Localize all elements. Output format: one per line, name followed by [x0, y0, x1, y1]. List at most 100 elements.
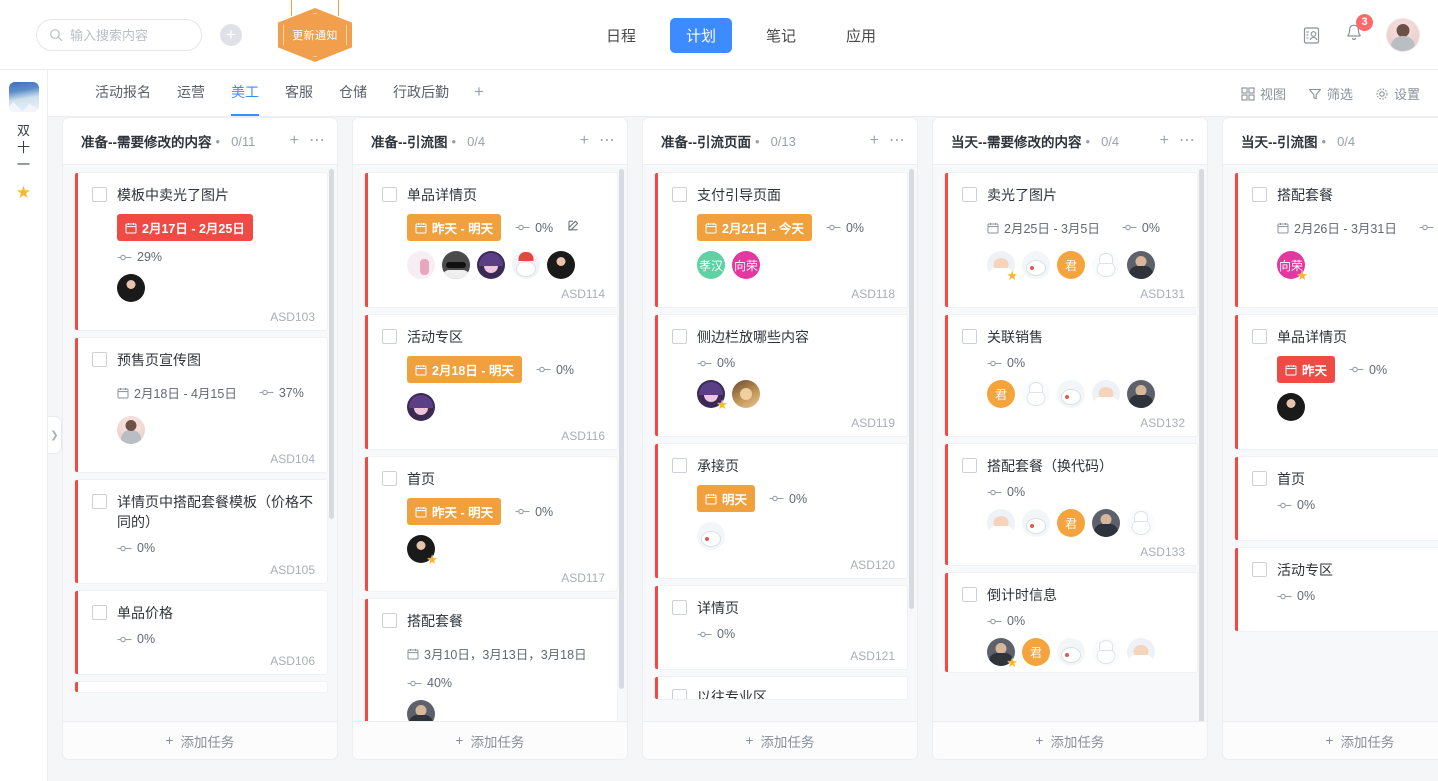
tab-design[interactable]: 美工: [218, 82, 272, 116]
assignee-avatar[interactable]: [547, 251, 575, 279]
task-date-chip[interactable]: 2月21日 - 今天: [697, 214, 812, 241]
task-checkbox[interactable]: [1252, 329, 1267, 344]
assignee-avatar[interactable]: ★: [987, 638, 1018, 669]
add-task-button[interactable]: + 添加任务: [1223, 721, 1438, 759]
assignee-avatar[interactable]: [987, 509, 1015, 537]
sidebar-collapse-handle[interactable]: ❯: [48, 416, 62, 454]
task-date-chip[interactable]: 2月26日 - 3月31日: [1277, 214, 1405, 241]
edit-icon[interactable]: [567, 218, 581, 237]
assignee-avatar[interactable]: [442, 251, 470, 279]
task-card[interactable]: 预售页宣传图 2月18日 - 4月15日 37% ASD104: [75, 338, 327, 472]
column-scrollbar[interactable]: [1199, 169, 1204, 721]
assignee-avatar[interactable]: [407, 700, 435, 721]
nav-item-notes[interactable]: 笔记: [750, 18, 812, 53]
assignee-avatar[interactable]: [117, 416, 145, 444]
update-notice-banner[interactable]: 更新通知: [278, 0, 352, 62]
settings-button[interactable]: 设置: [1375, 84, 1420, 103]
task-checkbox[interactable]: [382, 187, 397, 202]
task-checkbox[interactable]: [962, 329, 977, 344]
assignee-avatar[interactable]: [1092, 251, 1120, 279]
avatar[interactable]: [1386, 18, 1420, 52]
task-date-chip[interactable]: 2月18日 - 明天: [407, 356, 522, 383]
task-progress[interactable]: [1419, 223, 1434, 232]
assignee-avatar[interactable]: [512, 251, 540, 279]
nav-item-plan[interactable]: 计划: [670, 17, 733, 53]
column-more-button[interactable]: ⋯: [1179, 133, 1195, 149]
column-add-card-button[interactable]: +: [870, 133, 879, 149]
column-scrollbar[interactable]: [909, 169, 914, 609]
task-checkbox[interactable]: [382, 613, 397, 628]
tab-warehouse[interactable]: 仓储: [326, 82, 380, 116]
assignee-avatar[interactable]: ★: [407, 535, 438, 566]
task-checkbox[interactable]: [962, 587, 977, 602]
assignee-avatar[interactable]: [1022, 251, 1050, 279]
assignee-avatar[interactable]: [697, 522, 725, 550]
task-progress[interactable]: 0%: [536, 363, 574, 377]
assignee-avatar[interactable]: [732, 380, 760, 408]
column-body[interactable]: 模板中卖光了图片 2月17日 - 2月25日 29% ASD103 预售页宣传图…: [63, 165, 337, 721]
assignee-avatar[interactable]: [1092, 638, 1120, 666]
assignee-avatar[interactable]: [1057, 638, 1085, 666]
assignee-avatar[interactable]: [407, 251, 435, 279]
task-progress[interactable]: 0%: [987, 356, 1025, 370]
assignee-avatar[interactable]: 君: [1057, 509, 1085, 537]
contact-card-icon[interactable]: [1301, 25, 1322, 46]
task-checkbox[interactable]: [382, 471, 397, 486]
assignee-avatar[interactable]: [1127, 638, 1155, 666]
task-progress[interactable]: 37%: [259, 386, 304, 400]
assignee-avatar[interactable]: 君: [1022, 638, 1050, 666]
star-icon[interactable]: ★: [16, 183, 31, 203]
task-progress[interactable]: 0%: [1122, 221, 1160, 235]
assignee-avatar[interactable]: [1127, 380, 1155, 408]
task-checkbox[interactable]: [92, 187, 107, 202]
assignee-avatar[interactable]: 孝汉: [697, 251, 725, 279]
assignee-avatar[interactable]: [1022, 380, 1050, 408]
column-more-button[interactable]: ⋯: [309, 133, 325, 149]
assignee-avatar[interactable]: ★: [987, 251, 1018, 282]
task-checkbox[interactable]: [672, 458, 687, 473]
add-task-button[interactable]: + 添加任务: [933, 721, 1207, 759]
project-thumbnail[interactable]: [8, 82, 39, 112]
task-date-chip[interactable]: 2月18日 - 4月15日: [117, 379, 245, 406]
assignee-avatar[interactable]: 君: [987, 380, 1015, 408]
task-progress[interactable]: 0%: [515, 221, 553, 235]
task-date-chip[interactable]: 3月10日，3月13日，3月18日: [407, 640, 595, 667]
column-body[interactable]: 卖光了图片 2月25日 - 3月5日 0% ★ 君 ASD131 关联销售 0%…: [933, 165, 1207, 721]
column-add-card-button[interactable]: +: [580, 133, 589, 149]
assignee-avatar[interactable]: [1057, 380, 1085, 408]
column-body[interactable]: 搭配套餐 2月26日 - 3月31日 向荣 ★ 单品详情页 昨天 0% 首页 0…: [1223, 165, 1438, 721]
task-checkbox[interactable]: [672, 329, 687, 344]
view-button[interactable]: 视图: [1241, 84, 1286, 103]
tab-administration[interactable]: 行政后勤: [380, 82, 462, 116]
task-card[interactable]: 单品价格 0% ASD106: [75, 591, 327, 674]
add-tab-button[interactable]: +: [462, 82, 496, 116]
assignee-avatar[interactable]: 向荣 ★: [1277, 251, 1308, 282]
task-checkbox[interactable]: [1252, 187, 1267, 202]
assignee-avatar[interactable]: ★: [697, 380, 728, 411]
assignee-avatar[interactable]: [477, 251, 505, 279]
task-checkbox[interactable]: [382, 329, 397, 344]
add-button[interactable]: +: [220, 23, 242, 46]
task-progress[interactable]: 0%: [1349, 363, 1387, 377]
assignee-avatar[interactable]: [1127, 251, 1155, 279]
search-input[interactable]: 输入搜索内容: [36, 18, 202, 51]
task-date-chip[interactable]: 明天: [697, 485, 756, 512]
task-card[interactable]: 卖光了图片 2月25日 - 3月5日 0% ★ 君 ASD131: [945, 173, 1197, 307]
task-progress[interactable]: 0%: [987, 485, 1025, 499]
task-card[interactable]: 详情页中搭配套餐模板（价格不同的） 0% ASD105: [75, 480, 327, 583]
task-card[interactable]: 详情页 0% ASD121: [655, 586, 907, 669]
task-progress[interactable]: 0%: [987, 614, 1025, 628]
task-checkbox[interactable]: [672, 600, 687, 615]
assignee-avatar[interactable]: 君: [1057, 251, 1085, 279]
task-progress[interactable]: 0%: [1277, 589, 1315, 603]
assignee-avatar[interactable]: [1092, 380, 1120, 408]
column-scrollbar[interactable]: [329, 169, 334, 519]
task-progress[interactable]: 0%: [697, 627, 735, 641]
task-card[interactable]: 搭配套餐 2月26日 - 3月31日 向荣 ★: [1235, 173, 1438, 307]
column-add-card-button[interactable]: +: [290, 133, 299, 149]
add-task-button[interactable]: + 添加任务: [643, 721, 917, 759]
add-task-button[interactable]: + 添加任务: [353, 721, 627, 759]
task-checkbox[interactable]: [962, 458, 977, 473]
column-more-button[interactable]: ⋯: [599, 133, 615, 149]
task-date-chip[interactable]: 2月17日 - 2月25日: [117, 214, 253, 241]
